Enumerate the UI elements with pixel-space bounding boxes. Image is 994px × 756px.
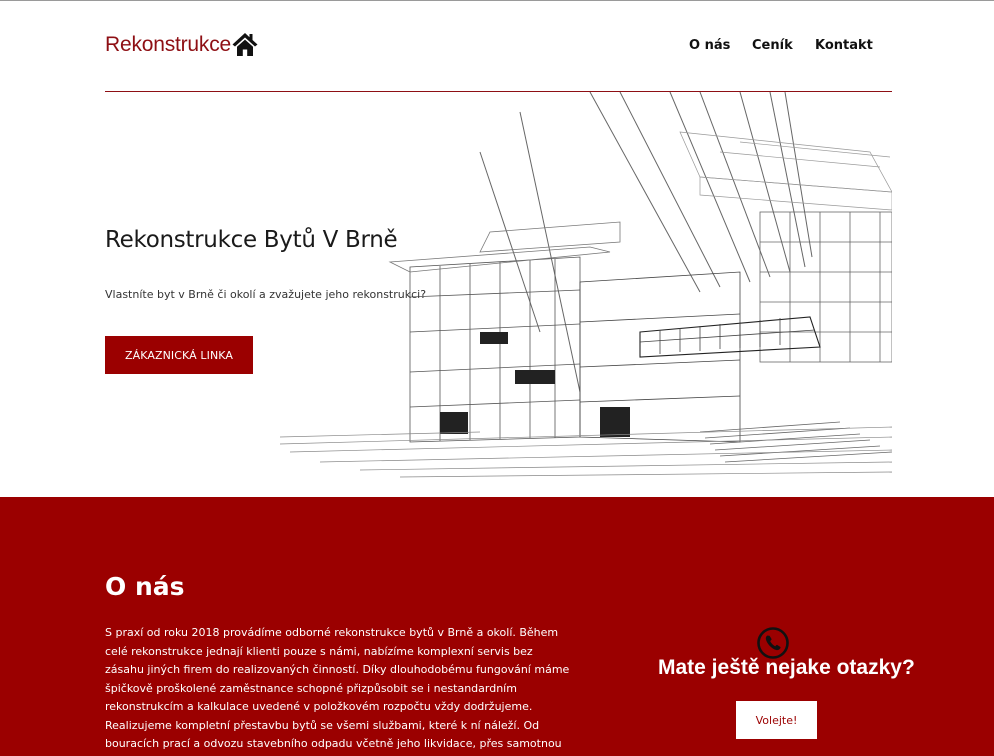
- nav-link-o-nas[interactable]: O nás: [689, 38, 730, 53]
- phone-icon: [757, 627, 789, 659]
- questions-heading: Mate ještě nejake otazky?: [658, 656, 915, 679]
- main-nav: O nás Ceník Kontakt: [0, 38, 994, 58]
- hero-section: Rekonstrukce Bytů V Brně Vlastníte byt v…: [0, 92, 994, 497]
- nav-link-kontakt[interactable]: Kontakt: [815, 38, 873, 53]
- nav-link-cenik[interactable]: Ceník: [752, 38, 793, 53]
- hero-subtitle: Vlastníte byt v Brně či okolí a zvažujet…: [105, 288, 427, 301]
- about-title: O nás: [105, 572, 185, 601]
- site-header: Rekonstrukce O nás Ceník Kontakt: [0, 0, 994, 92]
- about-section: O nás S praxí od roku 2018 provádíme odb…: [0, 497, 994, 756]
- customer-line-button[interactable]: ZÁKAZNICKÁ LINKA: [105, 336, 253, 374]
- hero-title: Rekonstrukce Bytů V Brně: [105, 227, 398, 253]
- call-button[interactable]: Volejte!: [736, 701, 817, 739]
- about-text: S praxí od roku 2018 provádíme odborné r…: [105, 626, 570, 756]
